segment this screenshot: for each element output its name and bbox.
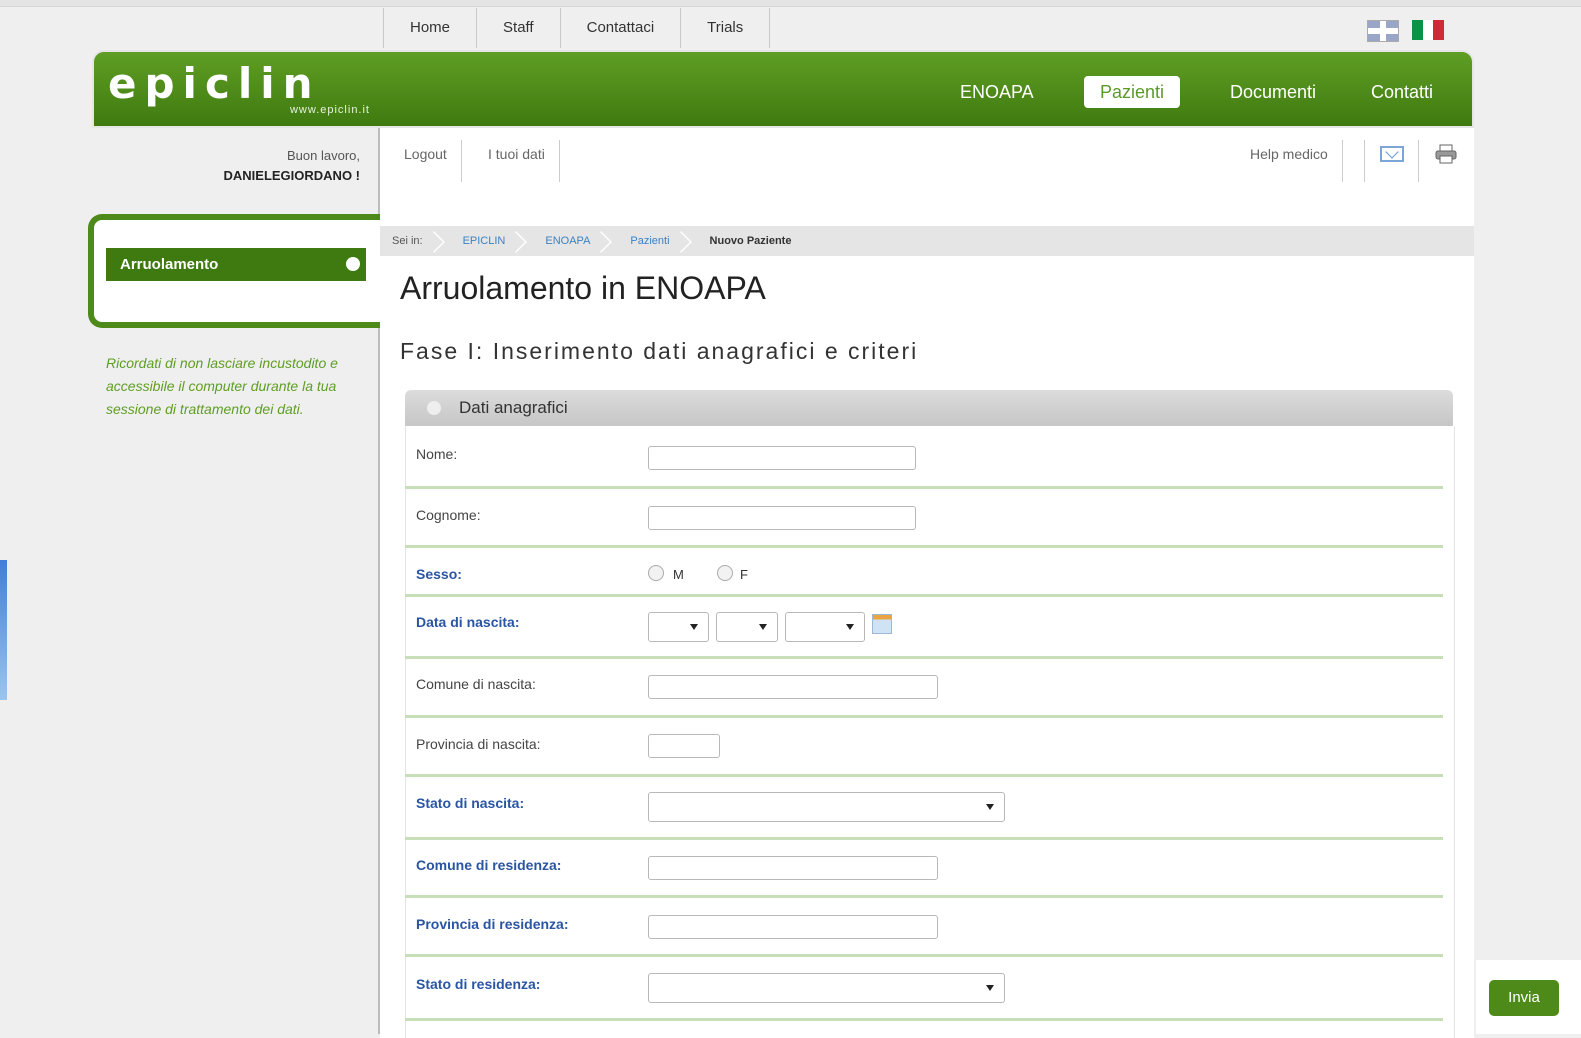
sidebar-item-arruolamento[interactable]: Arruolamento	[106, 248, 366, 281]
phase-title: Fase I: Inserimento dati anagrafici e cr…	[400, 338, 919, 364]
sesso-m-label: M	[673, 567, 684, 582]
row-divider	[405, 774, 1443, 777]
panel-header[interactable]: Dati anagrafici	[405, 390, 1453, 426]
nome-input[interactable]	[648, 446, 916, 470]
sesso-f-label: F	[740, 567, 748, 582]
form-panel	[405, 426, 1455, 1038]
top-nav-trials[interactable]: Trials	[681, 8, 771, 48]
dropdown-arrow-icon	[986, 985, 994, 991]
birth-day-select[interactable]	[648, 612, 709, 642]
sesso-label: Sesso:	[416, 566, 462, 582]
uk-flag-icon[interactable]	[1367, 20, 1399, 42]
comune-residenza-input[interactable]	[648, 856, 938, 880]
provincia-residenza-input[interactable]	[648, 915, 938, 939]
breadcrumb-label: Sei in:	[380, 226, 451, 256]
top-nav: Home Staff Contattaci Trials	[383, 8, 771, 48]
nome-label: Nome:	[416, 446, 458, 462]
epiclin-logo[interactable]: epiclin www.epiclin.it	[108, 59, 370, 118]
sesso-f-radio[interactable]	[717, 565, 733, 581]
italy-flag-icon[interactable]	[1412, 20, 1445, 40]
top-nav-home[interactable]: Home	[383, 8, 478, 48]
help-medico-link[interactable]: Help medico	[1236, 140, 1343, 182]
breadcrumb-pazienti[interactable]: Pazienti	[618, 226, 697, 256]
comune-residenza-label: Comune di residenza:	[416, 857, 562, 873]
comune-nascita-label: Comune di nascita:	[416, 676, 536, 692]
breadcrumb: Sei in: EPICLIN ENOAPA Pazienti Nuovo Pa…	[380, 226, 1474, 256]
panel-title: Dati anagrafici	[459, 398, 568, 417]
sidebar-item-label: Arruolamento	[120, 256, 219, 273]
stato-residenza-select[interactable]	[648, 973, 1005, 1003]
dropdown-arrow-icon	[690, 624, 698, 630]
security-note: Ricordati di non lasciare incustodito e …	[106, 355, 338, 417]
greeting-text: Buon lavoro,	[287, 148, 360, 163]
user-greeting: Buon lavoro, DANIELEGIORDANO !	[160, 146, 361, 186]
row-divider	[405, 715, 1443, 718]
dropdown-arrow-icon	[986, 804, 994, 810]
stato-residenza-label: Stato di residenza:	[416, 976, 541, 992]
provincia-nascita-input[interactable]	[648, 734, 720, 758]
breadcrumb-current: Nuovo Paziente	[709, 235, 792, 247]
active-dot-icon	[346, 257, 360, 271]
nav-documenti[interactable]: Documenti	[1214, 76, 1332, 108]
calendar-icon[interactable]	[872, 614, 892, 634]
stato-nascita-label: Stato di nascita:	[416, 795, 525, 811]
comune-nascita-input[interactable]	[648, 675, 938, 699]
browser-top-strip	[0, 0, 1581, 7]
row-divider	[405, 656, 1443, 659]
nav-pazienti[interactable]: Pazienti	[1084, 76, 1181, 108]
cognome-label: Cognome:	[416, 507, 481, 523]
top-nav-staff[interactable]: Staff	[477, 8, 561, 48]
birth-month-select[interactable]	[716, 612, 778, 642]
user-name: DANIELEGIORDANO !	[223, 168, 361, 183]
stato-nascita-select[interactable]	[648, 792, 1005, 822]
sesso-m-radio[interactable]	[648, 565, 664, 581]
breadcrumb-enoapa[interactable]: ENOAPA	[533, 226, 618, 256]
page-title: Arruolamento in ENOAPA	[400, 270, 766, 306]
row-divider	[405, 594, 1443, 597]
row-divider	[405, 1018, 1443, 1021]
cognome-input[interactable]	[648, 506, 916, 530]
your-data-link[interactable]: I tuoi dati	[474, 140, 560, 182]
row-divider	[405, 545, 1443, 548]
row-divider	[405, 837, 1443, 840]
row-divider	[405, 954, 1443, 957]
invia-button[interactable]: Invia	[1489, 980, 1559, 1016]
breadcrumb-epiclin[interactable]: EPICLIN	[451, 226, 534, 256]
logo-url: www.epiclin.it	[289, 104, 370, 116]
provincia-residenza-label: Provincia di residenza:	[416, 916, 569, 932]
divider	[1418, 140, 1419, 182]
mail-icon[interactable]	[1380, 146, 1404, 162]
top-nav-contattaci[interactable]: Contattaci	[561, 8, 682, 48]
dropdown-arrow-icon	[846, 624, 854, 630]
provincia-nascita-label: Provincia di nascita:	[416, 736, 541, 752]
divider	[1364, 140, 1365, 182]
logo-wordmark: epiclin	[108, 59, 321, 108]
nav-enoapa[interactable]: ENOAPA	[944, 76, 1050, 108]
print-icon[interactable]	[1434, 144, 1458, 164]
row-divider	[405, 895, 1443, 898]
logout-link[interactable]: Logout	[390, 140, 462, 182]
nav-contatti[interactable]: Contatti	[1355, 76, 1449, 108]
dropdown-arrow-icon	[759, 624, 767, 630]
birth-year-select[interactable]	[785, 612, 865, 642]
window-edge	[0, 560, 7, 700]
collapse-bullet-icon	[427, 401, 441, 415]
data-nascita-label: Data di nascita:	[416, 614, 520, 630]
row-divider	[405, 486, 1443, 489]
